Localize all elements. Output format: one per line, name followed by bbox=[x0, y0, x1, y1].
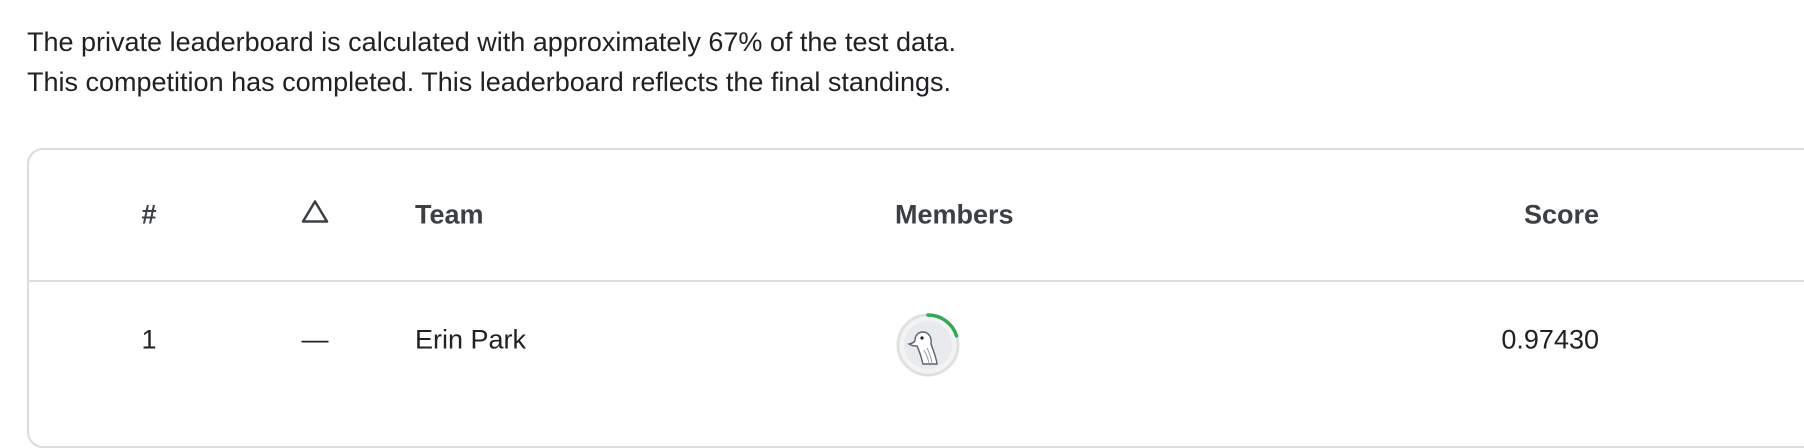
column-header-members: Members bbox=[895, 199, 1014, 230]
table-row[interactable]: 1 — Erin Park 0.97430 bbox=[29, 282, 1804, 412]
row-team-name[interactable]: Erin Park bbox=[415, 325, 526, 356]
row-score: 0.97430 bbox=[1501, 324, 1599, 355]
row-rank: 1 bbox=[141, 324, 157, 355]
leaderboard-description: The private leaderboard is calculated wi… bbox=[27, 22, 956, 102]
leaderboard-table: # Team Members Score 1 — Erin Park 0.974… bbox=[27, 148, 1804, 448]
goose-avatar-icon bbox=[896, 313, 960, 377]
triangle-up-outline-icon bbox=[301, 200, 329, 223]
competition-completed-note: This competition has completed. This lea… bbox=[27, 67, 951, 97]
table-header-row: # Team Members Score bbox=[29, 150, 1804, 282]
column-header-rank[interactable]: # bbox=[129, 200, 169, 231]
column-header-team[interactable]: Team bbox=[415, 200, 484, 231]
row-delta: — bbox=[301, 324, 329, 355]
private-leaderboard-note: The private leaderboard is calculated wi… bbox=[27, 27, 957, 57]
column-header-delta[interactable] bbox=[297, 199, 333, 232]
column-header-score[interactable]: Score bbox=[1524, 200, 1599, 231]
member-avatar[interactable] bbox=[895, 312, 961, 378]
